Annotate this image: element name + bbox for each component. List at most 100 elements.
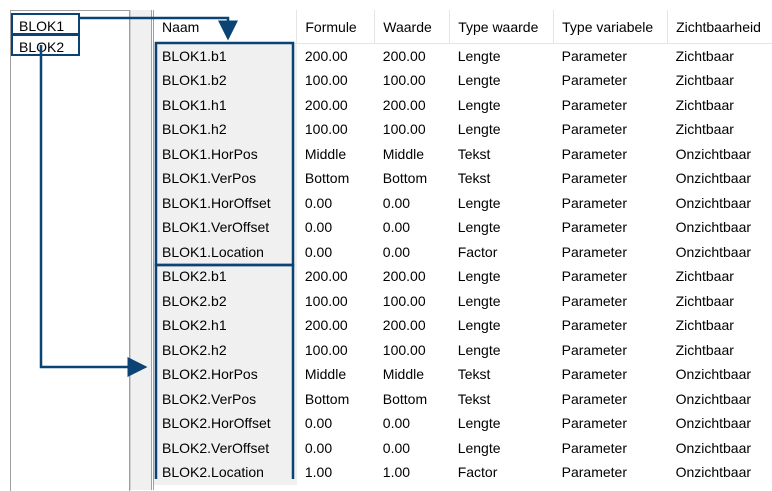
cell-type-waarde[interactable]: Lengte bbox=[450, 117, 554, 142]
cell-type-waarde[interactable]: Tekst bbox=[450, 362, 554, 387]
cell-zichtbaarheid[interactable]: Zichtbaar bbox=[668, 44, 772, 69]
cell-waarde[interactable]: Bottom bbox=[375, 387, 450, 412]
table-row[interactable]: BLOK1.Location 0.00 0.00 Factor Parameter Onz… bbox=[154, 239, 772, 265]
cell-formule[interactable]: 200.00 bbox=[297, 313, 375, 338]
cell-formule[interactable]: 100.00 bbox=[297, 289, 375, 314]
cell-waarde[interactable]: 0.00 bbox=[375, 215, 450, 240]
cell-formule[interactable]: Middle bbox=[297, 142, 375, 167]
cell-waarde[interactable]: 1.00 bbox=[375, 460, 450, 485]
table-row[interactable]: BLOK1.h1 200.00 200.00 Lengte Parameter Zicht… bbox=[154, 92, 772, 118]
cell-type-variabele[interactable]: Parameter bbox=[554, 166, 668, 191]
cell-formule[interactable]: 100.00 bbox=[297, 68, 375, 93]
cell-zichtbaarheid[interactable]: Onzichtbaar bbox=[668, 387, 772, 412]
cell-zichtbaarheid[interactable]: Zichtbaar bbox=[668, 68, 772, 93]
cell-zichtbaarheid[interactable]: Zichtbaar bbox=[668, 289, 772, 314]
cell-zichtbaarheid[interactable]: Zichtbaar bbox=[668, 338, 772, 363]
cell-waarde[interactable]: 200.00 bbox=[375, 93, 450, 118]
cell-naam[interactable]: BLOK2.VerOffset bbox=[154, 435, 297, 460]
cell-waarde[interactable]: 200.00 bbox=[375, 313, 450, 338]
tree-item-blok2[interactable]: BLOK2 bbox=[11, 34, 80, 56]
table-row[interactable]: BLOK1.h2 100.00 100.00 Lengte Parameter Zicht… bbox=[154, 117, 772, 142]
cell-waarde[interactable]: 100.00 bbox=[375, 117, 450, 142]
cell-formule[interactable]: 200.00 bbox=[297, 44, 375, 69]
cell-naam[interactable]: BLOK1.b2 bbox=[154, 68, 297, 93]
column-header-type-waarde[interactable]: Type waarde bbox=[449, 10, 555, 44]
cell-waarde[interactable]: 0.00 bbox=[375, 240, 450, 265]
cell-naam[interactable]: BLOK1.h2 bbox=[154, 117, 297, 142]
cell-type-variabele[interactable]: Parameter bbox=[554, 93, 668, 118]
table-row[interactable]: BLOK2.HorPos Middle Middle Tekst Parameter On… bbox=[154, 362, 772, 387]
cell-naam[interactable]: BLOK2.b1 bbox=[154, 264, 297, 289]
cell-zichtbaarheid[interactable]: Onzichtbaar bbox=[668, 215, 772, 240]
column-header-zichtbaarheid[interactable]: Zichtbaarheid bbox=[667, 10, 772, 44]
cell-waarde[interactable]: 100.00 bbox=[375, 338, 450, 363]
table-row[interactable]: BLOK2.b2 100.00 100.00 Lengte Parameter Zicht… bbox=[154, 288, 772, 314]
cell-naam[interactable]: BLOK2.HorPos bbox=[154, 362, 297, 387]
cell-waarde[interactable]: 0.00 bbox=[375, 411, 450, 436]
cell-type-variabele[interactable]: Parameter bbox=[554, 387, 668, 412]
cell-type-waarde[interactable]: Lengte bbox=[450, 338, 554, 363]
cell-type-waarde[interactable]: Factor bbox=[450, 240, 554, 265]
cell-type-variabele[interactable]: Parameter bbox=[554, 142, 668, 167]
cell-waarde[interactable]: 200.00 bbox=[375, 44, 450, 69]
cell-type-variabele[interactable]: Parameter bbox=[554, 264, 668, 289]
cell-formule[interactable]: 1.00 bbox=[297, 460, 375, 485]
cell-type-variabele[interactable]: Parameter bbox=[554, 215, 668, 240]
cell-waarde[interactable]: Middle bbox=[375, 142, 450, 167]
cell-zichtbaarheid[interactable]: Zichtbaar bbox=[668, 117, 772, 142]
cell-type-variabele[interactable]: Parameter bbox=[554, 68, 668, 93]
cell-type-variabele[interactable]: Parameter bbox=[554, 338, 668, 363]
cell-naam[interactable]: BLOK1.HorPos bbox=[154, 141, 297, 166]
cell-type-variabele[interactable]: Parameter bbox=[554, 313, 668, 338]
table-row[interactable]: BLOK2.VerOffset 0.00 0.00 Lengte Parameter On… bbox=[154, 435, 772, 461]
cell-type-variabele[interactable]: Parameter bbox=[554, 362, 668, 387]
cell-formule[interactable]: Bottom bbox=[297, 166, 375, 191]
pane-splitter[interactable] bbox=[130, 10, 152, 490]
cell-waarde[interactable]: 0.00 bbox=[375, 191, 450, 216]
cell-formule[interactable]: 100.00 bbox=[297, 338, 375, 363]
cell-zichtbaarheid[interactable]: Onzichtbaar bbox=[668, 142, 772, 167]
cell-type-variabele[interactable]: Parameter bbox=[554, 436, 668, 461]
cell-naam[interactable]: BLOK1.VerOffset bbox=[154, 215, 297, 240]
table-row[interactable]: BLOK1.VerPos Bottom Bottom Tekst Parameter On… bbox=[154, 166, 772, 191]
cell-type-variabele[interactable]: Parameter bbox=[554, 460, 668, 485]
cell-type-waarde[interactable]: Tekst bbox=[450, 166, 554, 191]
cell-type-waarde[interactable]: Lengte bbox=[450, 215, 554, 240]
cell-waarde[interactable]: 200.00 bbox=[375, 264, 450, 289]
cell-type-waarde[interactable]: Lengte bbox=[450, 289, 554, 314]
cell-zichtbaarheid[interactable]: Onzichtbaar bbox=[668, 166, 772, 191]
cell-zichtbaarheid[interactable]: Onzichtbaar bbox=[668, 362, 772, 387]
cell-formule[interactable]: 0.00 bbox=[297, 191, 375, 216]
cell-formule[interactable]: 200.00 bbox=[297, 264, 375, 289]
table-row[interactable]: BLOK1.b2 100.00 100.00 Lengte Parameter Zicht… bbox=[154, 68, 772, 93]
cell-type-variabele[interactable]: Parameter bbox=[554, 289, 668, 314]
cell-formule[interactable]: 0.00 bbox=[297, 411, 375, 436]
cell-zichtbaarheid[interactable]: Onzichtbaar bbox=[668, 460, 772, 485]
cell-type-waarde[interactable]: Lengte bbox=[450, 411, 554, 436]
table-row[interactable]: BLOK1.VerOffset 0.00 0.00 Lengte Parameter On… bbox=[154, 215, 772, 240]
table-row[interactable]: BLOK2.h1 200.00 200.00 Lengte Parameter Zicht… bbox=[154, 313, 772, 338]
cell-type-variabele[interactable]: Parameter bbox=[554, 240, 668, 265]
cell-naam[interactable]: BLOK2.HorOffset bbox=[154, 411, 297, 436]
cell-type-waarde[interactable]: Lengte bbox=[450, 68, 554, 93]
cell-waarde[interactable]: Bottom bbox=[375, 166, 450, 191]
cell-formule[interactable]: 0.00 bbox=[297, 215, 375, 240]
cell-waarde[interactable]: Middle bbox=[375, 362, 450, 387]
column-header-formule[interactable]: Formule bbox=[296, 10, 376, 44]
cell-formule[interactable]: 0.00 bbox=[297, 240, 375, 265]
cell-zichtbaarheid[interactable]: Onzichtbaar bbox=[668, 240, 772, 265]
column-header-type-variabele[interactable]: Type variabele bbox=[553, 10, 669, 44]
cell-naam[interactable]: BLOK2.b2 bbox=[154, 288, 297, 313]
cell-zichtbaarheid[interactable]: Onzichtbaar bbox=[668, 191, 772, 216]
cell-formule[interactable]: 100.00 bbox=[297, 117, 375, 142]
cell-type-variabele[interactable]: Parameter bbox=[554, 191, 668, 216]
cell-naam[interactable]: BLOK2.h1 bbox=[154, 313, 297, 338]
cell-formule[interactable]: Bottom bbox=[297, 387, 375, 412]
cell-type-variabele[interactable]: Parameter bbox=[554, 44, 668, 69]
table-row[interactable]: BLOK2.b1 200.00 200.00 Lengte Parameter Zicht… bbox=[154, 264, 772, 289]
table-row[interactable]: BLOK2.h2 100.00 100.00 Lengte Parameter Zicht… bbox=[154, 337, 772, 363]
cell-zichtbaarheid[interactable]: Zichtbaar bbox=[668, 264, 772, 289]
table-row[interactable]: BLOK1.b1 200.00 200.00 Lengte Parameter Zicht… bbox=[154, 43, 772, 69]
cell-formule[interactable]: 200.00 bbox=[297, 93, 375, 118]
cell-type-waarde[interactable]: Tekst bbox=[450, 387, 554, 412]
